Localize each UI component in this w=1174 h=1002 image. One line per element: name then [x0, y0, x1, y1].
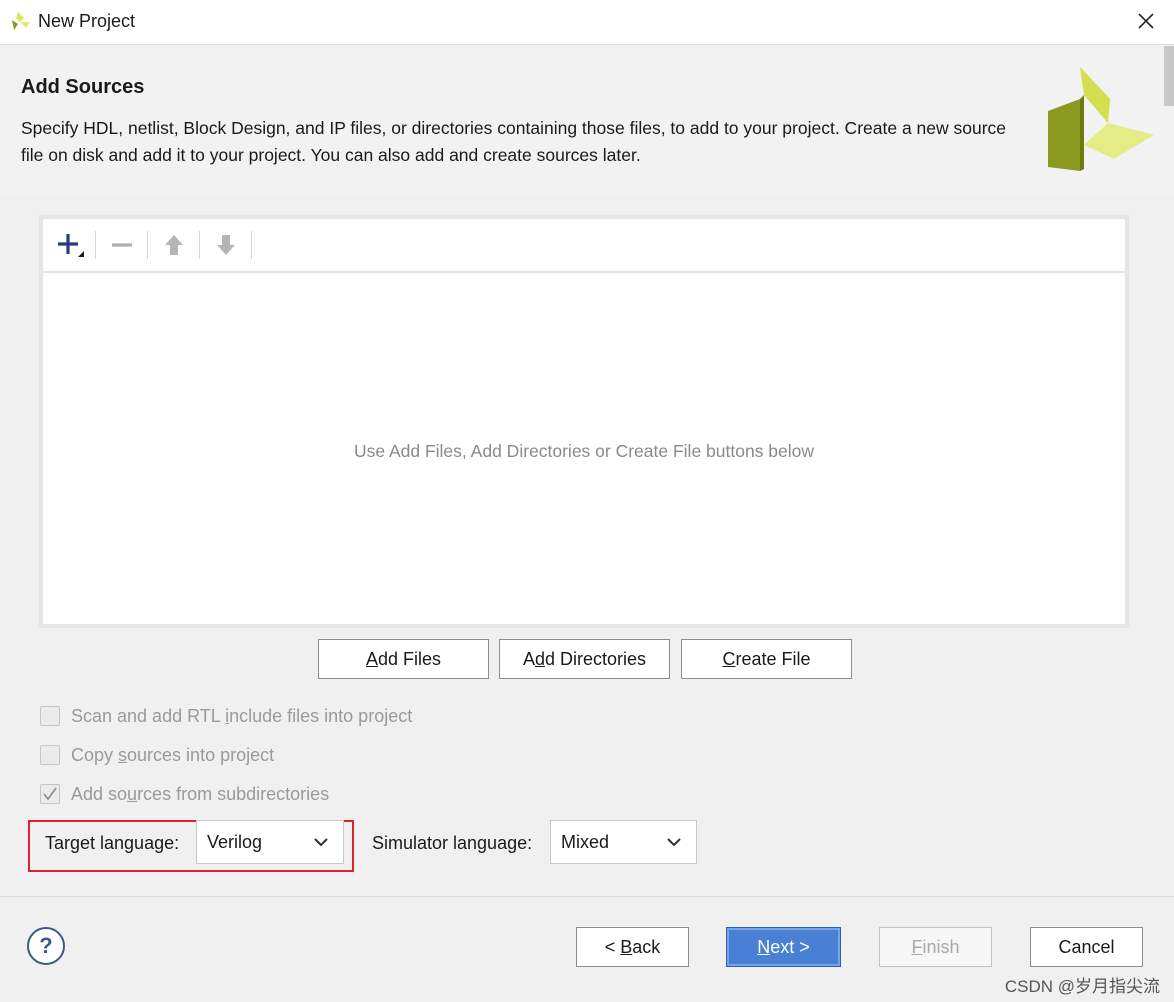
- finish-button[interactable]: Finish: [879, 927, 992, 967]
- scan-rtl-include-label: Scan and add RTL include files into proj…: [71, 706, 413, 726]
- watermark: CSDN @岁月指尖流: [1004, 977, 1160, 996]
- toolbar-separator: [251, 231, 252, 259]
- simulator-language-value: Mixed: [561, 832, 610, 852]
- scrollbar-edge: [1164, 46, 1174, 106]
- scan-rtl-include-checkbox[interactable]: [40, 706, 60, 726]
- back-button[interactable]: < Back: [576, 927, 689, 967]
- toolbar-separator: [147, 231, 148, 259]
- target-language-value: Verilog: [207, 832, 263, 852]
- chevron-down-icon: [314, 838, 328, 847]
- sources-panel: Use Add Files, Add Directories or Create…: [39, 215, 1129, 628]
- chevron-down-icon: [667, 838, 681, 847]
- title-bar: New Project: [0, 0, 1174, 45]
- page-title: Add Sources: [21, 76, 145, 98]
- page-header: Add Sources Specify HDL, netlist, Block …: [0, 45, 1174, 195]
- window-title: New Project: [38, 11, 136, 31]
- simulator-language-select[interactable]: Mixed: [550, 820, 697, 864]
- cancel-button[interactable]: Cancel: [1030, 927, 1143, 967]
- checkmark-icon: [43, 787, 57, 801]
- add-plus-icon[interactable]: [53, 229, 87, 261]
- add-directories-button[interactable]: Add Directories: [499, 639, 670, 679]
- add-subdirectories-checkbox[interactable]: [40, 784, 60, 804]
- toolbar-separator: [199, 231, 200, 259]
- move-down-arrow-icon[interactable]: [209, 229, 243, 261]
- footer-divider: [0, 896, 1174, 897]
- add-files-button[interactable]: Add Files: [318, 639, 489, 679]
- vivado-logo: [1048, 67, 1154, 171]
- create-file-button[interactable]: Create File: [681, 639, 852, 679]
- empty-list-message: Use Add Files, Add Directories or Create…: [353, 441, 815, 461]
- remove-minus-icon[interactable]: [105, 229, 139, 261]
- move-up-arrow-icon[interactable]: [157, 229, 191, 261]
- copy-sources-option[interactable]: Copy sources into project: [40, 744, 320, 768]
- close-icon[interactable]: [1134, 9, 1158, 33]
- add-subdirectories-option[interactable]: Add sources from subdirectories: [40, 783, 360, 807]
- vivado-app-icon: [12, 12, 30, 30]
- copy-sources-checkbox[interactable]: [40, 745, 60, 765]
- help-button[interactable]: ?: [27, 927, 65, 965]
- target-language-select[interactable]: Verilog: [196, 820, 344, 864]
- scan-rtl-include-option[interactable]: Scan and add RTL include files into proj…: [40, 705, 460, 729]
- page-description: Specify HDL, netlist, Block Design, and …: [21, 118, 1007, 165]
- target-language-label: Target language:: [45, 833, 180, 853]
- next-button[interactable]: Next >: [726, 927, 841, 967]
- sources-toolbar: [43, 219, 1125, 273]
- add-subdirectories-label: Add sources from subdirectories: [71, 784, 330, 804]
- toolbar-separator: [95, 231, 96, 259]
- copy-sources-label: Copy sources into project: [71, 745, 275, 765]
- simulator-language-label: Simulator language:: [372, 833, 533, 853]
